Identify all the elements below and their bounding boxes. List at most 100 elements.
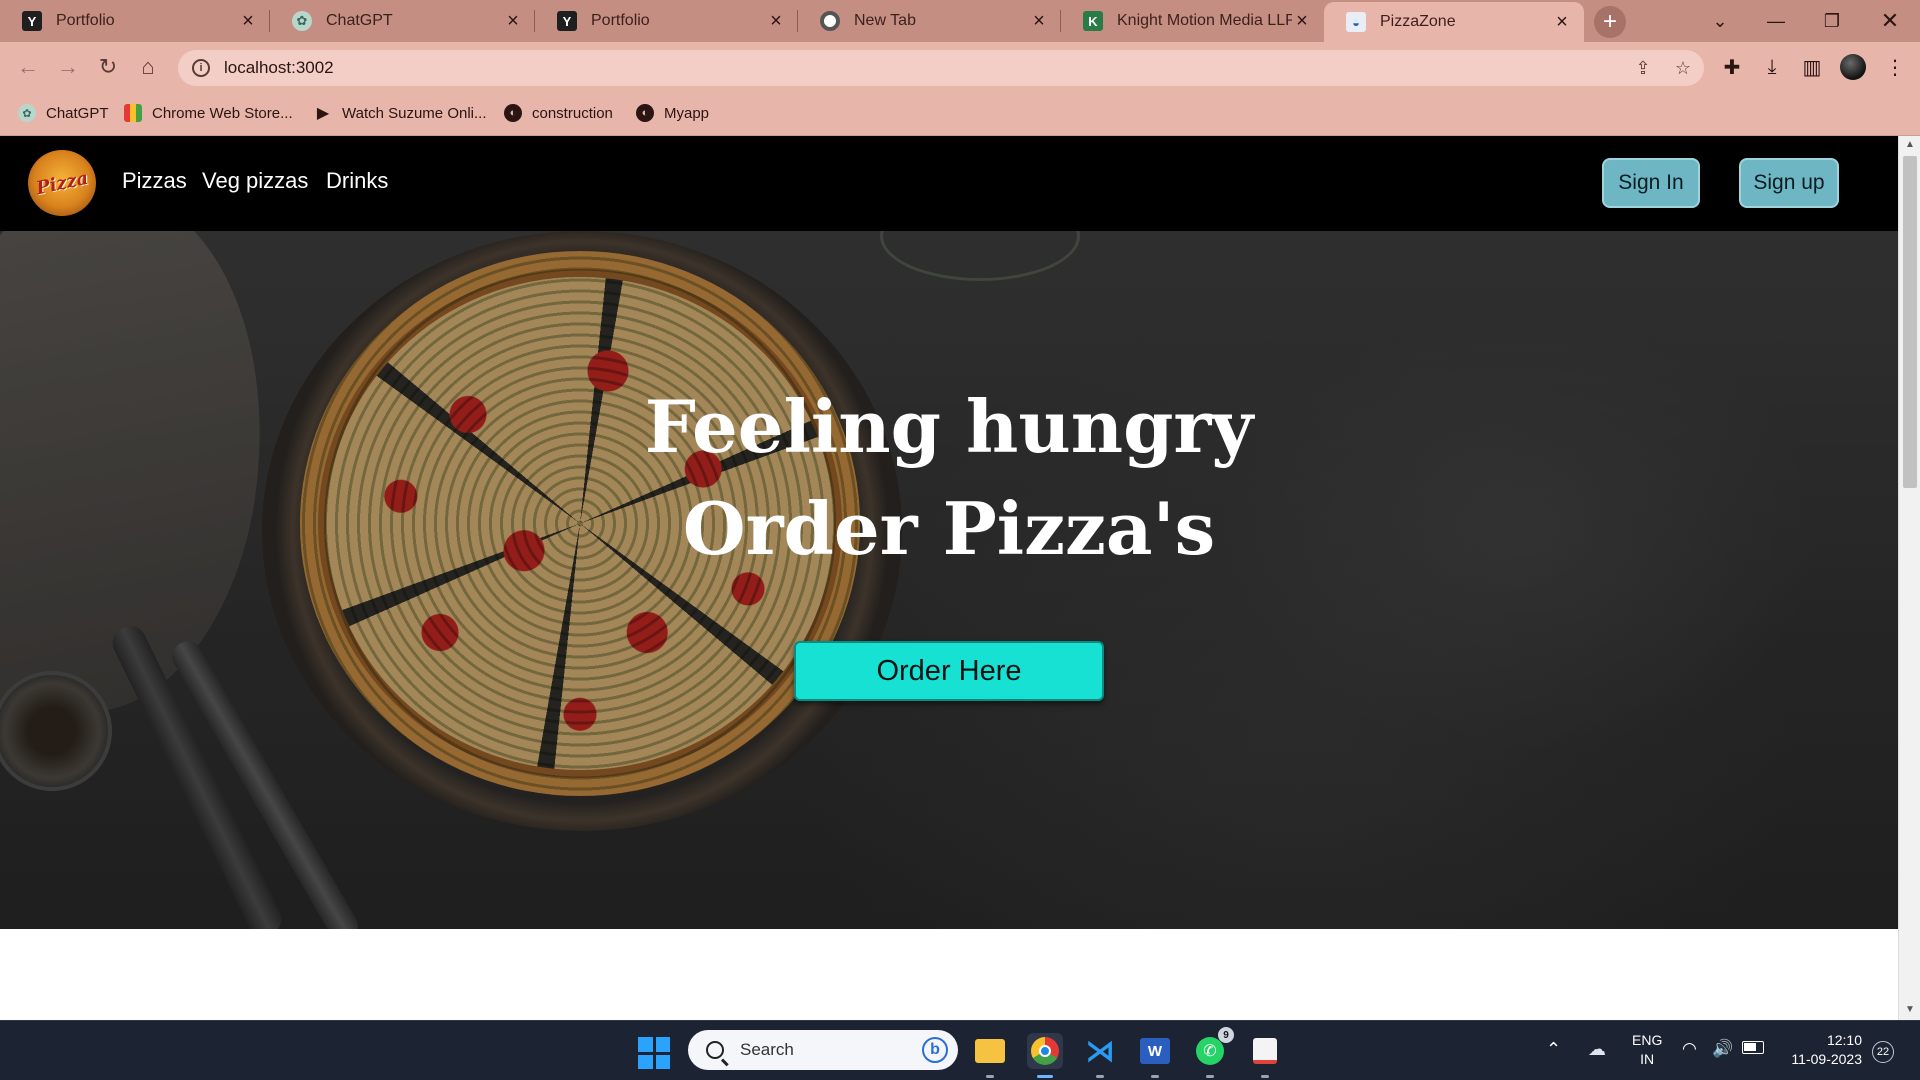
bookmark-chrome-web-store[interactable]: Chrome Web Store...: [124, 104, 293, 122]
bookmark-star-icon[interactable]: ☆: [1672, 58, 1694, 78]
order-here-button[interactable]: Order Here: [794, 641, 1104, 701]
chrome-logo-center: [1039, 1045, 1051, 1057]
hero-headline-line1: Feeling hungry: [644, 384, 1254, 469]
bookmark-label: Myapp: [664, 104, 710, 122]
bookmark-label: ChatGPT: [46, 104, 109, 122]
word-logo: W: [1140, 1038, 1170, 1064]
app-running-indicator: [1151, 1075, 1159, 1078]
tab-portfolio-2[interactable]: Y Portfolio ×: [535, 0, 798, 42]
address-bar[interactable]: i localhost:3002 ⇪ ☆: [178, 50, 1704, 86]
region-code: IN: [1640, 1051, 1655, 1067]
close-tab-icon[interactable]: ×: [1292, 10, 1312, 33]
tab-chatgpt[interactable]: ✿ ChatGPT ×: [270, 0, 535, 42]
taskbar-search[interactable]: Search b: [688, 1030, 958, 1070]
chrome-taskbar-icon[interactable]: [1027, 1033, 1063, 1078]
y-favicon-icon: Y: [22, 11, 42, 31]
scroll-down-arrow-icon[interactable]: ▼: [1904, 1004, 1916, 1016]
clock-time: 12:10: [1826, 1032, 1862, 1048]
tab-new-tab[interactable]: New Tab ×: [798, 0, 1061, 42]
snipping-tool-icon[interactable]: [1247, 1033, 1283, 1078]
url-text[interactable]: localhost:3002: [224, 58, 334, 78]
vscode-icon[interactable]: ⋊: [1082, 1033, 1118, 1078]
close-tab-icon[interactable]: ×: [766, 10, 786, 33]
browser-tab-strip: Y Portfolio × ✿ ChatGPT × Y Portfolio × …: [0, 0, 1920, 42]
whatsapp-badge: 9: [1218, 1027, 1234, 1043]
play-icon: ▶: [316, 105, 330, 122]
notifications-badge[interactable]: 22: [1872, 1041, 1894, 1063]
chrome-favicon-icon: [820, 11, 840, 31]
battery-level: [1744, 1043, 1756, 1051]
tab-title: PizzaZone: [1380, 13, 1456, 30]
page-scrollbar[interactable]: ▲ ▼: [1898, 136, 1920, 1020]
page-viewport: Pizza Pizzas Veg pizzas Drinks Sign In S…: [0, 136, 1898, 1020]
knight-favicon-icon: K: [1083, 11, 1103, 31]
hero-headline-line2: Order Pizza's: [682, 486, 1216, 571]
menu-kebab-icon[interactable]: ⋮: [1882, 55, 1908, 79]
bing-icon[interactable]: b: [922, 1037, 948, 1063]
profile-avatar[interactable]: [1840, 54, 1866, 80]
home-icon[interactable]: ⌂: [132, 52, 164, 82]
scroll-up-arrow-icon[interactable]: ▲: [1904, 139, 1916, 151]
language-indicator[interactable]: ENG IN: [1632, 1031, 1662, 1069]
download-icon[interactable]: ⤓: [1759, 55, 1785, 79]
tab-search-chevron-icon[interactable]: ⌄: [1692, 0, 1748, 42]
close-window-button[interactable]: ✕: [1862, 0, 1918, 42]
word-icon[interactable]: W: [1137, 1033, 1173, 1078]
pizza-logo[interactable]: Pizza: [28, 150, 96, 216]
back-arrow-icon[interactable]: ←: [12, 52, 44, 82]
close-tab-icon[interactable]: ×: [503, 10, 523, 33]
globe-icon: ◐: [636, 104, 654, 122]
bookmark-chatgpt[interactable]: ✿ ChatGPT: [18, 104, 109, 122]
bookmark-construction[interactable]: ◐ construction: [504, 104, 613, 122]
wifi-icon[interactable]: ◠: [1682, 1039, 1697, 1059]
battery-icon[interactable]: [1742, 1041, 1764, 1054]
restore-button[interactable]: ❐: [1804, 0, 1860, 42]
sign-in-button[interactable]: Sign In: [1602, 158, 1700, 208]
folder-shape: [975, 1039, 1005, 1063]
onedrive-cloud-icon[interactable]: ☁: [1588, 1039, 1606, 1060]
close-tab-icon[interactable]: ×: [1552, 11, 1572, 34]
tab-title: Portfolio: [591, 12, 650, 29]
whatsapp-icon[interactable]: ✆ 9: [1192, 1027, 1234, 1078]
tab-knight-motion[interactable]: K Knight Motion Media LLP R ×: [1061, 0, 1324, 42]
nav-link-pizzas[interactable]: Pizzas: [122, 168, 187, 194]
search-placeholder: Search: [740, 1040, 794, 1059]
file-explorer-icon[interactable]: [972, 1033, 1008, 1078]
chrome-logo: [1031, 1037, 1059, 1065]
webstore-icon: [124, 104, 142, 122]
share-icon[interactable]: ⇪: [1632, 58, 1654, 78]
scrollbar-thumb[interactable]: [1903, 156, 1917, 488]
bookmark-label: construction: [532, 104, 613, 122]
tab-portfolio-1[interactable]: Y Portfolio ×: [0, 0, 270, 42]
clock-date: 11-09-2023: [1791, 1051, 1862, 1067]
app-running-indicator: [986, 1075, 994, 1078]
volume-icon[interactable]: 🔊: [1712, 1039, 1733, 1059]
site-info-icon[interactable]: i: [192, 59, 210, 77]
tab-title: Portfolio: [56, 12, 115, 29]
new-tab-button[interactable]: +: [1594, 6, 1626, 38]
show-hidden-icons-chevron-icon[interactable]: ⌃: [1546, 1039, 1561, 1060]
nav-link-drinks[interactable]: Drinks: [326, 168, 388, 194]
windows-start-icon[interactable]: [638, 1037, 670, 1069]
side-panel-icon[interactable]: ▥: [1799, 55, 1825, 79]
sign-up-button[interactable]: Sign up: [1739, 158, 1839, 208]
bookmark-watch-suzume[interactable]: ▶ Watch Suzume Onli...: [314, 104, 487, 123]
y-favicon-icon: Y: [557, 11, 577, 31]
search-icon: [706, 1041, 724, 1059]
bookmark-myapp[interactable]: ◐ Myapp: [636, 104, 709, 122]
extensions-puzzle-icon[interactable]: ✚: [1719, 55, 1745, 79]
close-tab-icon[interactable]: ×: [1029, 10, 1049, 33]
close-tab-icon[interactable]: ×: [238, 10, 258, 33]
language-code: ENG: [1632, 1032, 1663, 1048]
tab-title: ChatGPT: [326, 12, 393, 29]
pizzazone-favicon-icon: ◒: [1346, 12, 1366, 32]
minimize-button[interactable]: —: [1748, 0, 1804, 42]
tab-pizzazone[interactable]: ◒ PizzaZone ×: [1324, 2, 1584, 42]
globe-icon: ◐: [504, 104, 522, 122]
tab-title: New Tab: [854, 12, 916, 29]
nav-link-veg-pizzas[interactable]: Veg pizzas: [202, 168, 308, 194]
snipping-logo: [1253, 1038, 1277, 1064]
reload-icon[interactable]: ↻: [92, 52, 124, 82]
clock[interactable]: 12:10 11-09-2023: [1776, 1031, 1862, 1069]
forward-arrow-icon[interactable]: →: [52, 52, 84, 82]
